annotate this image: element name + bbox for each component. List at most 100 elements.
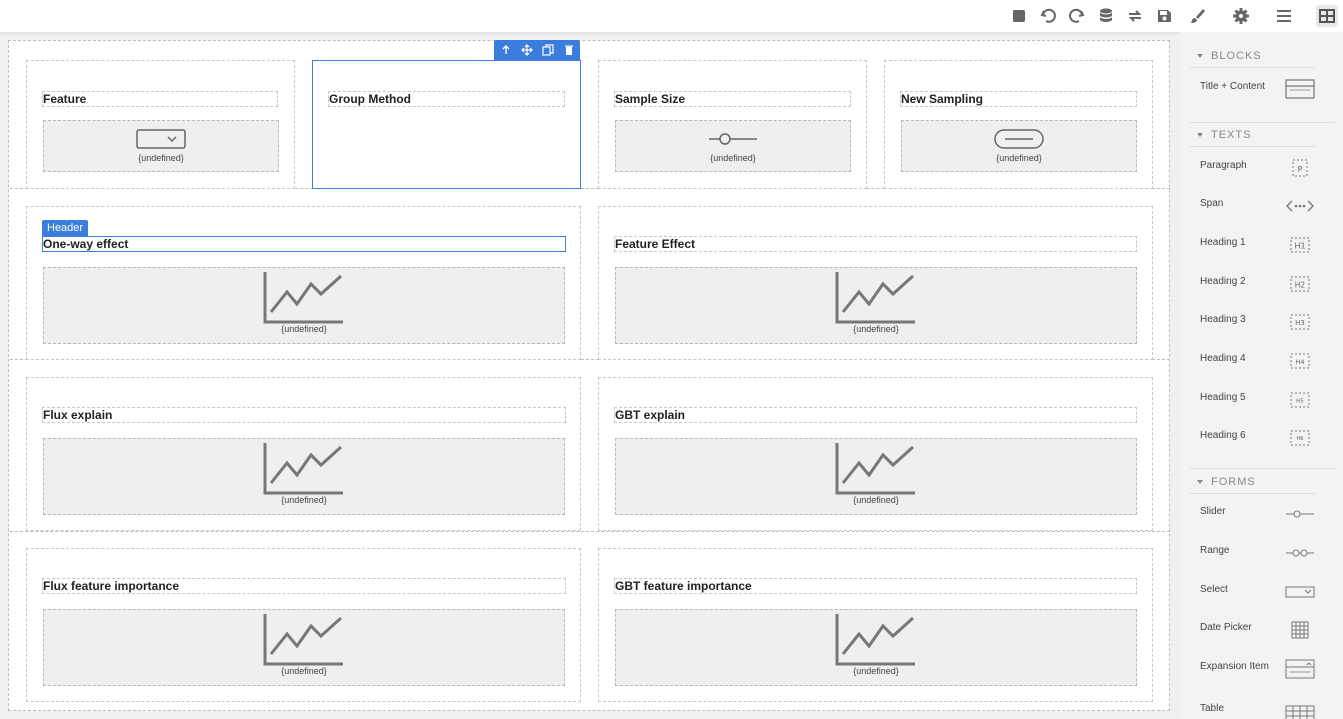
placeholder-text: {undefined} — [281, 324, 327, 334]
block-range[interactable]: Range — [1190, 534, 1325, 572]
heading-1-icon: H1 — [1285, 234, 1315, 256]
table-icon — [1285, 700, 1315, 719]
sync-icon[interactable] — [1125, 6, 1145, 26]
block-heading-3[interactable]: Heading 3 H3 — [1190, 303, 1325, 341]
column-sample-size[interactable]: Sample Size {undefined} — [598, 60, 867, 189]
column-flux-feature-importance[interactable]: Flux feature importance {undefined} — [26, 548, 581, 702]
block-label: Heading 1 — [1200, 237, 1246, 248]
chart-placeholder[interactable]: {undefined} — [615, 609, 1137, 686]
block-heading-6[interactable]: Heading 6 H6 — [1190, 419, 1325, 457]
svg-text:H6: H6 — [1297, 436, 1304, 442]
block-label: Heading 4 — [1200, 353, 1246, 364]
block-label: Table — [1200, 703, 1224, 714]
column-title[interactable]: GBT feature importance — [614, 578, 1137, 594]
column-title[interactable]: GBT explain — [614, 407, 1137, 423]
heading-3-icon: H3 — [1285, 311, 1315, 333]
column-title[interactable]: Sample Size — [614, 91, 851, 107]
line-chart-icon — [263, 614, 343, 666]
block-heading-5[interactable]: Heading 5 H5 — [1190, 381, 1325, 419]
slider-placeholder[interactable]: {undefined} — [615, 120, 851, 172]
block-select[interactable]: Select — [1190, 573, 1325, 611]
column-new-sampling[interactable]: New Sampling {undefined} — [884, 60, 1153, 189]
column-title[interactable]: Feature Effect — [614, 236, 1137, 252]
block-heading-4[interactable]: Heading 4 H4 — [1190, 342, 1325, 380]
chart-placeholder[interactable]: {undefined} — [43, 609, 565, 686]
block-slider[interactable]: Slider — [1190, 495, 1325, 533]
column-feature-effect[interactable]: Feature Effect {undefined} — [598, 206, 1153, 360]
select-placeholder[interactable]: {undefined} — [43, 120, 279, 172]
column-title[interactable]: Feature — [42, 91, 278, 107]
arrow-up-icon[interactable] — [499, 43, 513, 57]
line-chart-icon — [835, 614, 915, 666]
copy-icon[interactable] — [541, 43, 555, 57]
column-title[interactable]: Flux feature importance — [42, 578, 566, 594]
block-label: Date Picker — [1200, 622, 1252, 633]
button-placeholder[interactable]: {undefined} — [901, 120, 1137, 172]
button-icon — [994, 129, 1044, 149]
caret-down-icon — [1197, 132, 1203, 137]
trash-icon[interactable] — [562, 43, 576, 57]
square-icon[interactable] — [1009, 6, 1029, 26]
save-icon[interactable] — [1154, 6, 1174, 26]
column-title[interactable]: Group Method — [328, 91, 565, 107]
block-span[interactable]: Span — [1190, 187, 1325, 225]
panel-tabs — [1180, 0, 1343, 32]
block-date-picker[interactable]: Date Picker — [1190, 611, 1325, 649]
gear-icon[interactable] — [1230, 5, 1252, 27]
select-icon — [1285, 581, 1315, 603]
block-label: Title + Content — [1200, 81, 1265, 92]
caret-down-icon — [1197, 53, 1203, 58]
chart-placeholder[interactable]: {undefined} — [615, 267, 1137, 344]
span-icon — [1285, 195, 1315, 217]
title-content-icon — [1285, 78, 1315, 100]
block-table[interactable]: Table — [1190, 692, 1325, 719]
block-label: Heading 5 — [1200, 392, 1246, 403]
line-chart-icon — [263, 443, 343, 495]
block-label: Expansion Item — [1200, 661, 1269, 672]
line-chart-icon — [835, 272, 915, 324]
block-label: Paragraph — [1200, 160, 1247, 171]
placeholder-text: {undefined} — [853, 666, 899, 676]
move-icon[interactable] — [520, 43, 534, 57]
redo-icon[interactable] — [1067, 6, 1087, 26]
line-chart-icon — [835, 443, 915, 495]
svg-text:P: P — [1298, 165, 1303, 174]
section-forms[interactable]: FORMS — [1190, 471, 1315, 494]
heading-6-icon: H6 — [1285, 427, 1315, 449]
column-group-method[interactable]: Group Method — [312, 60, 581, 189]
placeholder-text: {undefined} — [710, 153, 756, 163]
section-label: TEXTS — [1211, 129, 1252, 141]
block-label: Heading 6 — [1200, 430, 1246, 441]
undo-icon[interactable] — [1038, 6, 1058, 26]
column-gbt-explain[interactable]: GBT explain {undefined} — [598, 377, 1153, 531]
column-title[interactable]: Flux explain — [42, 407, 566, 423]
column-one-way-effect[interactable]: One-way effect {undefined} — [26, 206, 581, 360]
section-texts[interactable]: TEXTS — [1190, 124, 1315, 147]
expansion-icon — [1285, 658, 1315, 680]
column-gbt-feature-importance[interactable]: GBT feature importance {undefined} — [598, 548, 1153, 702]
section-blocks[interactable]: BLOCKS — [1190, 45, 1315, 68]
heading-5-icon: H5 — [1285, 389, 1315, 411]
chart-placeholder[interactable]: {undefined} — [43, 267, 565, 344]
chart-placeholder[interactable]: {undefined} — [43, 438, 565, 515]
column-title[interactable]: New Sampling — [900, 91, 1137, 107]
block-title-content[interactable]: Title + Content — [1190, 70, 1325, 108]
grid-icon[interactable] — [1316, 5, 1338, 27]
slider-icon — [709, 133, 757, 145]
block-expansion-item[interactable]: Expansion Item — [1190, 650, 1325, 688]
brush-icon[interactable] — [1187, 5, 1209, 27]
svg-text:H3: H3 — [1295, 319, 1305, 327]
menu-icon[interactable] — [1273, 5, 1295, 27]
column-flux-explain[interactable]: Flux explain {undefined} — [26, 377, 581, 531]
chart-placeholder[interactable]: {undefined} — [615, 438, 1137, 515]
database-icon[interactable] — [1096, 6, 1116, 26]
block-heading-2[interactable]: Heading 2 H2 — [1190, 265, 1325, 303]
block-heading-1[interactable]: Heading 1 H1 — [1190, 226, 1325, 264]
column-title[interactable]: One-way effect — [42, 236, 566, 252]
block-paragraph[interactable]: Paragraph P — [1190, 149, 1325, 187]
svg-text:H2: H2 — [1295, 281, 1306, 290]
placeholder-text: {undefined} — [996, 153, 1042, 163]
column-feature[interactable]: Feature {undefined} — [26, 60, 295, 189]
component-toolbar — [494, 40, 580, 60]
placeholder-text: {undefined} — [853, 495, 899, 505]
